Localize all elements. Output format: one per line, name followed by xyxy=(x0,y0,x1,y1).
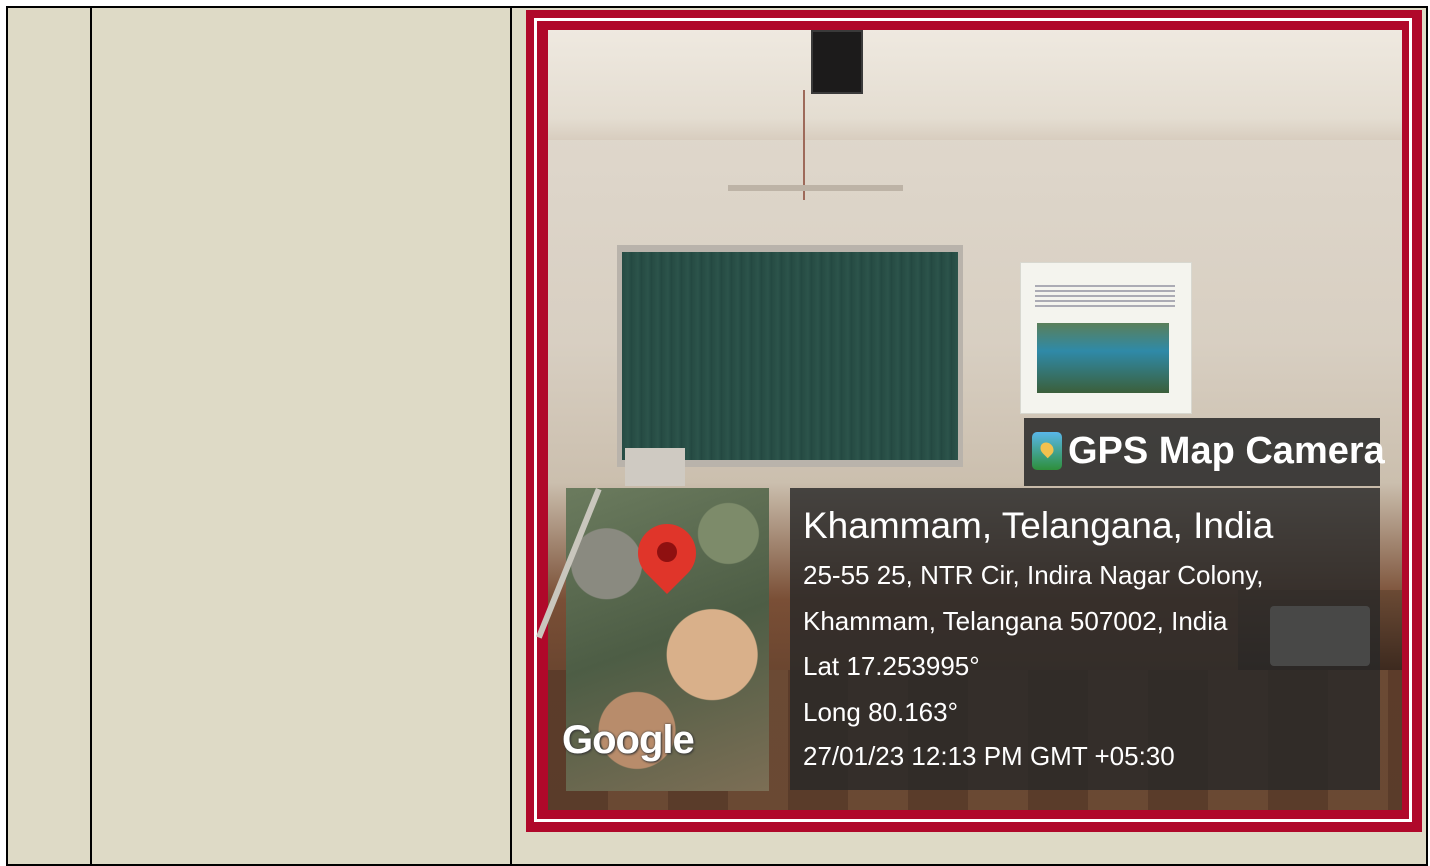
wall-strip xyxy=(728,185,903,191)
location-title: Khammam, Telangana, India xyxy=(803,505,1274,546)
slide-text xyxy=(1035,285,1175,309)
table-cell-description xyxy=(90,6,512,866)
slide-image xyxy=(1037,323,1169,393)
map-pin-center xyxy=(657,542,677,562)
timestamp: 27/01/23 12:13 PM GMT +05:30 xyxy=(803,741,1175,771)
latitude: Lat 17.253995° xyxy=(803,651,980,681)
wire xyxy=(803,90,805,200)
longitude: Long 80.163° xyxy=(803,697,958,727)
map-thumbnail: Google xyxy=(536,488,769,791)
blackboard xyxy=(622,252,958,460)
table-cell-index xyxy=(6,6,92,866)
address-line-2: Khammam, Telangana 507002, India xyxy=(803,606,1228,636)
wall-panel xyxy=(625,448,685,486)
address-line-1: 25-55 25, NTR Cir, Indira Nagar Colony, xyxy=(803,560,1264,590)
app-name: GPS Map Camera xyxy=(1068,430,1385,472)
projected-slide xyxy=(1020,262,1192,414)
speaker xyxy=(811,30,863,94)
map-brand-label: Google xyxy=(562,718,695,762)
ceiling xyxy=(548,30,1402,140)
